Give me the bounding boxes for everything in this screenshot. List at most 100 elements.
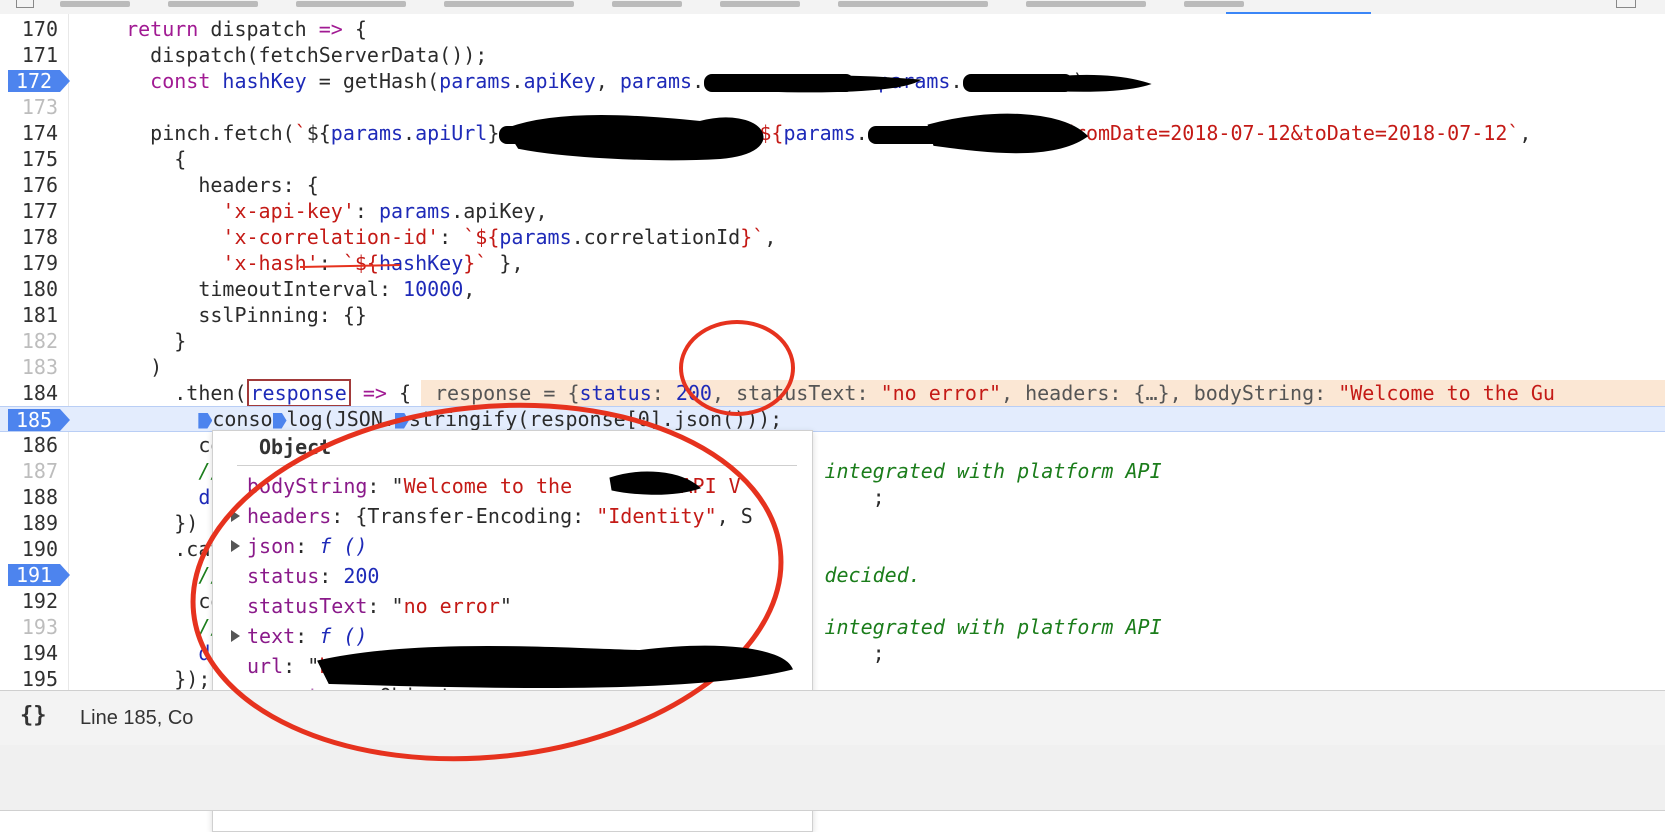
- code-text: ): [102, 354, 162, 380]
- property-row[interactable]: json: f (): [213, 531, 812, 561]
- line-number[interactable]: 187: [0, 458, 58, 484]
- code-line[interactable]: 183 ): [0, 354, 1665, 380]
- line-number[interactable]: 176: [0, 172, 58, 198]
- code-token: apiKey: [523, 69, 596, 93]
- code-token: ): [102, 355, 163, 379]
- line-number[interactable]: 189: [0, 510, 58, 536]
- code-line[interactable]: 171 dispatch(fetchServerData());: [0, 42, 1665, 68]
- code-token: 'x-hash': [222, 251, 319, 275]
- code-token: {: [102, 147, 187, 171]
- property-key: text: f (): [247, 624, 368, 648]
- code-line[interactable]: 179 'x-hash': `${hashKey}` },: [0, 250, 1665, 276]
- property-row[interactable]: text: f (): [213, 621, 812, 651]
- property-value: ": [499, 594, 512, 618]
- pretty-print-button[interactable]: {}: [20, 703, 47, 728]
- code-text: const hashKey = getHash(params.apiKey, p…: [102, 68, 1096, 94]
- line-number[interactable]: 171: [0, 42, 58, 68]
- code-line[interactable]: 185 conso log(JSON. stringify(response[0].…: [0, 406, 1665, 432]
- code-text: timeoutInterval: 10000,: [102, 276, 475, 302]
- line-number[interactable]: 194: [0, 640, 58, 666]
- column-breakpoint-icon[interactable]: [272, 412, 287, 429]
- code-line[interactable]: 175 {: [0, 146, 1665, 172]
- code-text: dispatch(fetchServerData());: [102, 42, 487, 68]
- line-number[interactable]: 186: [0, 432, 58, 458]
- code-token: }?fromDate=2018-07-12&toDate=2018-07-12`: [1037, 121, 1520, 145]
- code-token: :: [439, 225, 464, 249]
- property-row[interactable]: url: "ht: [213, 651, 812, 681]
- code-line[interactable]: 182 }: [0, 328, 1665, 354]
- property-row[interactable]: statusText: "no error": [213, 591, 812, 621]
- code-token: ,: [595, 69, 620, 93]
- code-text: .cat: [102, 536, 222, 562]
- line-number[interactable]: 178: [0, 224, 58, 250]
- cursor-position: Line 185, Co: [80, 707, 194, 729]
- code-token: decided.: [824, 563, 921, 587]
- property-row[interactable]: bodyString: "Welcome to the API V: [213, 471, 812, 501]
- file-tabs-cropped: [20, 0, 1600, 7]
- code-token: `${: [463, 225, 500, 249]
- code-token: 'x-api-key': [222, 199, 355, 223]
- code-token: params: [330, 121, 404, 145]
- inline-value-preview[interactable]: response = {status: 200, statusText: "no…: [421, 380, 1665, 406]
- line-number[interactable]: 183: [0, 354, 58, 380]
- line-number[interactable]: 190: [0, 536, 58, 562]
- column-breakpoint-icon[interactable]: [198, 412, 213, 429]
- code-text: }): [102, 510, 198, 536]
- code-token: .: [950, 69, 963, 93]
- code-text: pinch.fetch(`${params.apiUrl} ${params.}?…: [102, 120, 1531, 146]
- code-token: :: [354, 199, 379, 223]
- code-token: ,: [463, 277, 476, 301]
- code-token: ${: [759, 121, 784, 145]
- code-line[interactable]: 181 sslPinning: {}: [0, 302, 1665, 328]
- line-number[interactable]: 182: [0, 328, 58, 354]
- code-line[interactable]: 180 timeoutInterval: 10000,: [0, 276, 1665, 302]
- line-number[interactable]: 193: [0, 614, 58, 640]
- property-row[interactable]: headers: {Transfer-Encoding: "Identity",…: [213, 501, 812, 531]
- line-number[interactable]: 192: [0, 588, 58, 614]
- code-line[interactable]: 177 'x-api-key': params.apiKey,: [0, 198, 1665, 224]
- line-number[interactable]: 173: [0, 94, 58, 120]
- code-line[interactable]: 184 .then(response => {response = {statu…: [0, 379, 1665, 407]
- line-number[interactable]: 184: [0, 380, 58, 406]
- property-separator: :: [295, 624, 320, 648]
- code-token: .: [692, 69, 705, 93]
- column-breakpoint-icon[interactable]: [394, 412, 409, 429]
- line-number[interactable]: 177: [0, 198, 58, 224]
- line-number[interactable]: 170: [0, 16, 58, 42]
- property-value: ": [391, 594, 404, 618]
- line-number[interactable]: 174: [0, 120, 58, 146]
- code-token: }`: [463, 251, 488, 275]
- expand-triangle-icon[interactable]: [231, 510, 240, 522]
- line-number[interactable]: 180: [0, 276, 58, 302]
- line-number[interactable]: 195: [0, 666, 58, 690]
- code-token: :: [318, 251, 343, 275]
- line-number[interactable]: 175: [0, 146, 58, 172]
- code-token: params: [439, 69, 512, 93]
- line-number[interactable]: 179: [0, 250, 58, 276]
- line-number[interactable]: 188: [0, 484, 58, 510]
- property-key: status: 200: [247, 564, 380, 588]
- expand-triangle-icon[interactable]: [231, 540, 240, 552]
- breakpoint-marker[interactable]: 172: [8, 70, 70, 92]
- popover-title: Object: [259, 435, 332, 459]
- code-line[interactable]: 176 headers: {: [0, 172, 1665, 198]
- code-line[interactable]: 170 return dispatch => {: [0, 16, 1665, 42]
- property-row[interactable]: status: 200: [213, 561, 812, 591]
- line-number[interactable]: 181: [0, 302, 58, 328]
- code-line[interactable]: 178 'x-correlation-id': `${params.correl…: [0, 224, 1665, 250]
- breakpoint-marker[interactable]: 185: [8, 409, 70, 431]
- code-line[interactable]: 173: [0, 94, 1665, 120]
- expand-triangle-icon[interactable]: [231, 630, 240, 642]
- code-token: {: [386, 381, 412, 405]
- inline-value-token: "no error": [880, 381, 1001, 405]
- hovered-variable[interactable]: response: [246, 379, 351, 407]
- split-editor-icon[interactable]: [1616, 0, 1636, 8]
- code-token: =>: [318, 17, 343, 41]
- code-line[interactable]: 174 pinch.fetch(`${params.apiUrl} ${param…: [0, 120, 1665, 146]
- code-line[interactable]: 172 const hashKey = getHash(params.apiKe…: [0, 68, 1665, 94]
- breakpoint-marker[interactable]: 191: [8, 564, 70, 586]
- property-separator: :: [331, 504, 356, 528]
- code-text: headers: {: [102, 172, 318, 198]
